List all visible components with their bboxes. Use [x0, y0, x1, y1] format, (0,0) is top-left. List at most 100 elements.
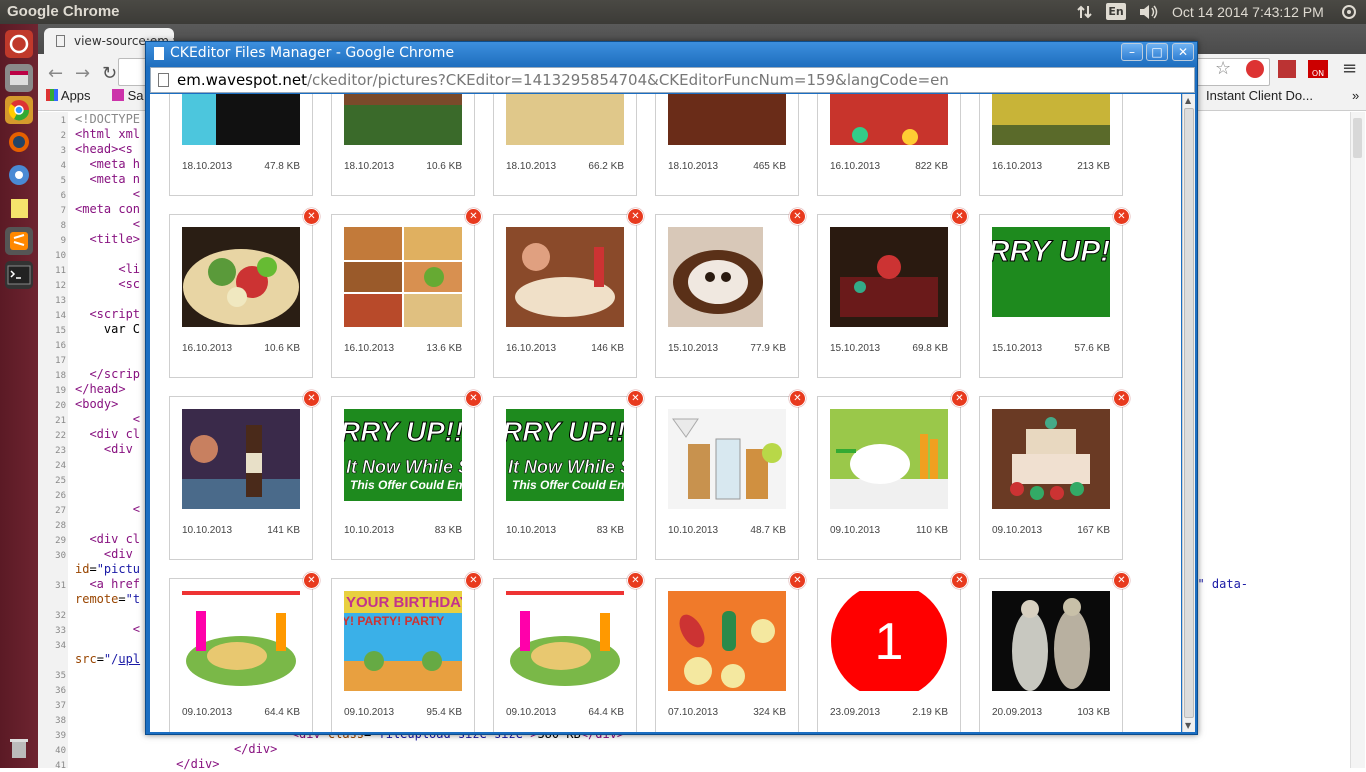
extension-on-icon[interactable]: ON [1308, 60, 1328, 78]
minimize-button[interactable]: – [1121, 43, 1143, 61]
file-thumbnail[interactable] [182, 409, 300, 509]
file-card[interactable]: 10.10.2013 48.7 KB ✕ [655, 390, 806, 560]
terminal-icon[interactable] [5, 261, 33, 289]
delete-file-button[interactable]: ✕ [789, 572, 806, 589]
file-card[interactable]: 10.10.2013 141 KB ✕ [169, 390, 320, 560]
sublime-text-icon[interactable] [5, 227, 33, 255]
file-thumbnail[interactable] [992, 409, 1110, 509]
chromium-icon[interactable] [5, 161, 33, 189]
file-thumbnail[interactable] [992, 591, 1110, 691]
delete-file-button[interactable]: ✕ [303, 208, 320, 225]
delete-file-button[interactable]: ✕ [627, 572, 644, 589]
file-card[interactable]: YOUR BIRTHDAY Y! PARTY! PARTY 09.10.2013 95… [331, 572, 482, 732]
file-card[interactable]: 09.10.2013 167 KB ✕ [979, 390, 1130, 560]
scroll-thumb[interactable] [1353, 118, 1362, 158]
file-card[interactable]: 07.10.2013 324 KB ✕ [655, 572, 806, 732]
delete-file-button[interactable]: ✕ [465, 390, 482, 407]
file-card[interactable]: 15.10.2013 69.8 KB ✕ [817, 208, 968, 378]
scroll-up-arrow-icon[interactable]: ▲ [1185, 96, 1191, 105]
file-thumbnail[interactable] [182, 591, 300, 691]
popup-titlebar[interactable]: CKEditor Files Manager - Google Chrome –… [146, 42, 1197, 66]
file-thumbnail[interactable]: RRY UP!! [992, 227, 1110, 327]
file-thumbnail[interactable] [506, 227, 624, 327]
delete-file-button[interactable]: ✕ [465, 572, 482, 589]
file-thumbnail[interactable] [830, 409, 948, 509]
files-icon[interactable] [5, 64, 33, 92]
extension-download-icon[interactable] [1278, 60, 1296, 78]
file-card[interactable]: 16.10.2013 822 KB [817, 94, 961, 196]
file-card[interactable]: RRY UP!! It Now While StThis Offer Could … [331, 390, 482, 560]
file-thumbnail[interactable] [668, 94, 786, 145]
file-thumbnail[interactable]: 1 [830, 591, 948, 691]
back-icon[interactable]: ← [48, 63, 63, 84]
delete-file-button[interactable]: ✕ [627, 390, 644, 407]
delete-file-button[interactable]: ✕ [1113, 390, 1130, 407]
ubuntu-dash-icon[interactable] [5, 30, 33, 58]
file-card[interactable]: 18.10.2013 66.2 KB [493, 94, 637, 196]
keyboard-language-indicator[interactable]: En [1106, 3, 1126, 20]
file-card[interactable]: 18.10.2013 10.6 KB [331, 94, 475, 196]
file-card[interactable]: 09.10.2013 110 KB ✕ [817, 390, 968, 560]
file-card[interactable]: RRY UP!! It Now While StThis Offer Could … [493, 390, 644, 560]
file-card[interactable]: 20.09.2013 103 KB ✕ [979, 572, 1130, 732]
file-card[interactable]: 09.10.2013 64.4 KB ✕ [169, 572, 320, 732]
bookmark-item[interactable]: Sa [112, 88, 144, 103]
chrome-icon[interactable] [5, 96, 33, 124]
file-card[interactable]: RRY UP!! 15.10.2013 57.6 KB ✕ [979, 208, 1130, 378]
apps-bookmark[interactable]: Apps [46, 88, 91, 103]
file-card[interactable]: 16.10.2013 146 KB ✕ [493, 208, 644, 378]
volume-icon[interactable] [1138, 3, 1160, 25]
maximize-button[interactable]: □ [1146, 43, 1168, 61]
menu-icon[interactable]: ≡ [1342, 58, 1357, 79]
file-thumbnail[interactable] [830, 227, 948, 327]
file-card[interactable]: 1 23.09.2013 2.19 KB ✕ [817, 572, 968, 732]
delete-file-button[interactable]: ✕ [465, 208, 482, 225]
delete-file-button[interactable]: ✕ [951, 572, 968, 589]
file-thumbnail[interactable] [668, 227, 786, 327]
file-thumbnail[interactable] [182, 227, 300, 327]
trash-icon[interactable] [5, 734, 33, 762]
delete-file-button[interactable]: ✕ [1113, 572, 1130, 589]
file-thumbnail[interactable] [992, 94, 1110, 145]
file-thumbnail[interactable] [344, 227, 462, 327]
notes-icon[interactable] [5, 194, 33, 222]
delete-file-button[interactable]: ✕ [951, 390, 968, 407]
popup-scrollbar[interactable]: ▲ ▼ [1182, 94, 1195, 732]
delete-file-button[interactable]: ✕ [789, 390, 806, 407]
bookmark-star-icon[interactable]: ☆ [1215, 58, 1231, 79]
file-thumbnail[interactable]: RRY UP!! It Now While StThis Offer Could … [344, 409, 462, 509]
extension-red-icon[interactable] [1246, 60, 1264, 78]
power-gear-icon[interactable] [1340, 3, 1358, 25]
delete-file-button[interactable]: ✕ [951, 208, 968, 225]
file-card[interactable]: 18.10.2013 47.8 KB [169, 94, 313, 196]
delete-file-button[interactable]: ✕ [789, 208, 806, 225]
scroll-thumb[interactable] [1184, 108, 1194, 718]
delete-file-button[interactable]: ✕ [303, 390, 320, 407]
file-thumbnail[interactable] [506, 591, 624, 691]
popup-url-text[interactable]: em.wavespot.net/ckeditor/pictures?CKEdit… [177, 71, 949, 89]
reload-icon[interactable]: ↻ [102, 63, 117, 84]
delete-file-button[interactable]: ✕ [627, 208, 644, 225]
source-scrollbar[interactable] [1350, 112, 1365, 768]
file-thumbnail[interactable]: RRY UP!! It Now While StThis Offer Could … [506, 409, 624, 509]
file-thumbnail[interactable] [506, 94, 624, 145]
file-card[interactable]: 18.10.2013 465 KB [655, 94, 799, 196]
file-card[interactable]: 16.10.2013 10.6 KB ✕ [169, 208, 320, 378]
bookmark-instant-client[interactable]: Instant Client Do... [1206, 88, 1313, 103]
file-thumbnail[interactable] [344, 94, 462, 145]
firefox-icon[interactable] [5, 128, 33, 156]
network-icon[interactable] [1076, 3, 1094, 25]
file-card[interactable]: 16.10.2013 13.6 KB ✕ [331, 208, 482, 378]
file-card[interactable]: 15.10.2013 77.9 KB ✕ [655, 208, 806, 378]
file-thumbnail[interactable] [668, 591, 786, 691]
forward-icon[interactable]: → [75, 63, 90, 84]
scroll-down-arrow-icon[interactable]: ▼ [1185, 721, 1191, 730]
file-thumbnail[interactable] [668, 409, 786, 509]
file-thumbnail[interactable] [830, 94, 948, 145]
file-card[interactable]: 16.10.2013 213 KB [979, 94, 1123, 196]
file-thumbnail[interactable] [182, 94, 300, 145]
close-button[interactable]: ✕ [1172, 43, 1194, 61]
popup-url-bar[interactable]: em.wavespot.net/ckeditor/pictures?CKEdit… [150, 67, 1195, 93]
delete-file-button[interactable]: ✕ [1113, 208, 1130, 225]
file-thumbnail[interactable]: YOUR BIRTHDAY Y! PARTY! PARTY [344, 591, 462, 691]
